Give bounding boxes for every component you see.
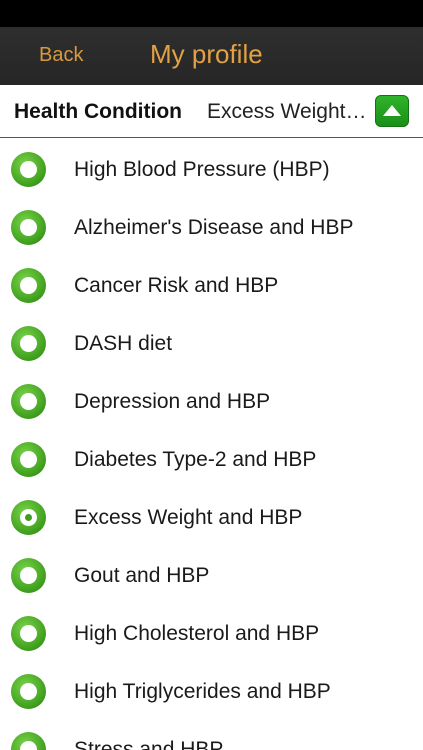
radio-unselected-icon[interactable] bbox=[11, 558, 46, 593]
condition-item[interactable]: Diabetes Type-2 and HBP bbox=[0, 428, 423, 486]
condition-label: Diabetes Type-2 and HBP bbox=[74, 448, 317, 471]
health-condition-value[interactable]: Excess Weight and HBP bbox=[207, 100, 369, 124]
radio-unselected-icon[interactable] bbox=[11, 616, 46, 651]
navigation-bar: Back My profile bbox=[0, 27, 423, 85]
radio-inner bbox=[20, 219, 37, 236]
condition-item[interactable]: Gout and HBP bbox=[0, 544, 423, 602]
condition-label: DASH diet bbox=[74, 332, 173, 355]
radio-unselected-icon[interactable] bbox=[11, 674, 46, 709]
condition-label: Stress and HBP bbox=[74, 738, 224, 750]
condition-item[interactable]: Alzheimer's Disease and HBP bbox=[0, 196, 423, 254]
radio-unselected-icon[interactable] bbox=[11, 732, 46, 750]
condition-label: Alzheimer's Disease and HBP bbox=[74, 216, 354, 239]
radio-dot bbox=[25, 514, 32, 521]
radio-inner bbox=[20, 393, 37, 410]
radio-inner bbox=[20, 683, 37, 700]
condition-label: Cancer Risk and HBP bbox=[74, 274, 279, 297]
condition-label: High Blood Pressure (HBP) bbox=[74, 158, 330, 181]
condition-item[interactable]: Cancer Risk and HBP bbox=[0, 254, 423, 312]
radio-inner bbox=[20, 625, 37, 642]
condition-item[interactable]: High Cholesterol and HBP bbox=[0, 602, 423, 660]
radio-unselected-icon[interactable] bbox=[11, 152, 46, 187]
health-condition-label: Health Condition bbox=[14, 100, 182, 123]
radio-unselected-icon[interactable] bbox=[11, 442, 46, 477]
radio-unselected-icon[interactable] bbox=[11, 210, 46, 245]
condition-item[interactable]: Stress and HBP bbox=[0, 718, 423, 750]
radio-inner bbox=[20, 741, 37, 750]
triangle-up-icon bbox=[383, 105, 401, 116]
radio-inner bbox=[20, 161, 37, 178]
radio-unselected-icon[interactable] bbox=[11, 268, 46, 303]
radio-inner bbox=[20, 567, 37, 584]
health-condition-header[interactable]: Health Condition Excess Weight and HBP bbox=[0, 85, 423, 138]
condition-item[interactable]: High Blood Pressure (HBP) bbox=[0, 138, 423, 196]
radio-inner bbox=[20, 451, 37, 468]
condition-item[interactable]: DASH diet bbox=[0, 312, 423, 370]
back-button[interactable]: Back bbox=[39, 44, 83, 67]
radio-inner bbox=[20, 509, 37, 526]
radio-inner bbox=[20, 277, 37, 294]
collapse-list-button[interactable] bbox=[375, 95, 409, 127]
condition-label: Depression and HBP bbox=[74, 390, 271, 413]
status-bar bbox=[0, 0, 423, 27]
condition-label: Excess Weight and HBP bbox=[74, 506, 303, 529]
condition-item[interactable]: Excess Weight and HBP bbox=[0, 486, 423, 544]
condition-item[interactable]: Depression and HBP bbox=[0, 370, 423, 428]
condition-list: High Blood Pressure (HBP) Alzheimer's Dis… bbox=[0, 138, 423, 750]
page-title: My profile bbox=[150, 39, 263, 69]
radio-unselected-icon[interactable] bbox=[11, 384, 46, 419]
condition-label: High Cholesterol and HBP bbox=[74, 622, 320, 645]
condition-label: High Triglycerides and HBP bbox=[74, 680, 331, 703]
condition-label: Gout and HBP bbox=[74, 564, 210, 587]
radio-unselected-icon[interactable] bbox=[11, 326, 46, 361]
radio-inner bbox=[20, 335, 37, 352]
condition-item[interactable]: High Triglycerides and HBP bbox=[0, 660, 423, 718]
radio-selected-icon[interactable] bbox=[11, 500, 46, 535]
